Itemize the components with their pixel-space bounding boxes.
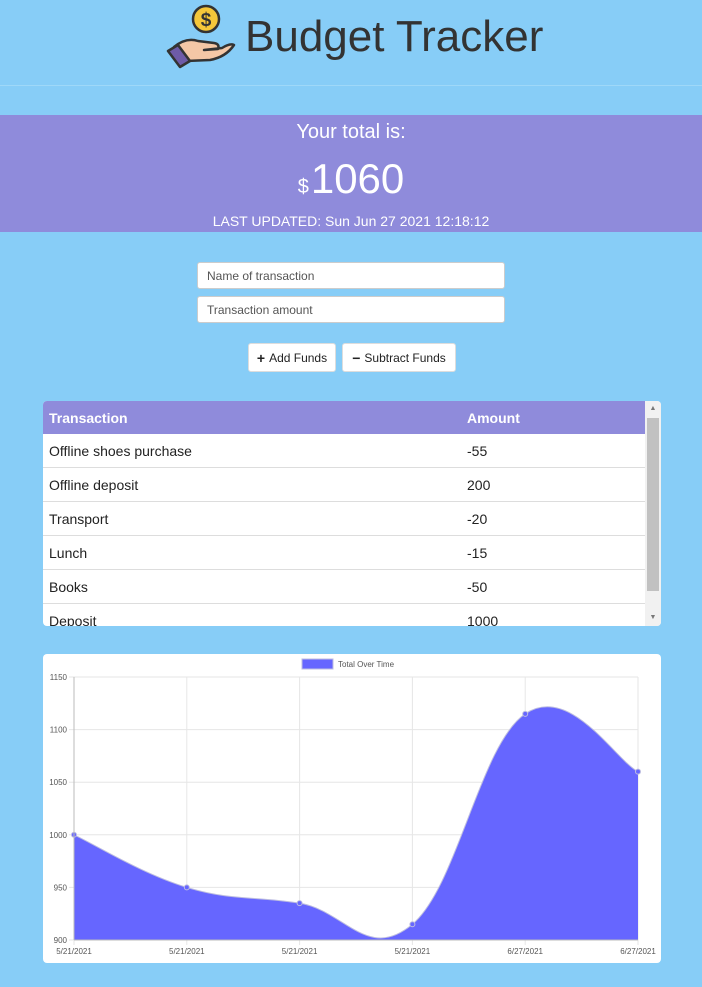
data-point — [635, 768, 641, 775]
transaction-amount-cell: -55 — [467, 434, 645, 468]
scroll-up-arrow-icon[interactable]: ▲ — [645, 401, 661, 417]
transaction-name-cell: Offline deposit — [43, 467, 467, 502]
legend-label: Total Over Time — [338, 660, 395, 669]
y-tick-label: 1050 — [49, 778, 67, 787]
transaction-amount-cell: 1000 — [467, 603, 645, 626]
total-summary: Your total is: $1060 LAST UPDATED: Sun J… — [0, 115, 702, 232]
transactions-body: Offline shoes purchase -55 Offline deposit… — [43, 434, 645, 626]
table-row: Offline deposit 200 — [43, 467, 645, 502]
transaction-name-cell: Deposit — [43, 603, 467, 626]
y-tick-label: 1000 — [49, 831, 67, 840]
plus-icon: + — [256, 349, 266, 366]
total-value: 1060 — [310, 155, 405, 202]
svg-text:$: $ — [201, 10, 212, 31]
y-tick-label: 950 — [54, 883, 68, 892]
minus-icon: − — [352, 349, 361, 366]
header-transaction: Transaction — [49, 409, 128, 426]
transaction-name-input[interactable] — [197, 262, 505, 289]
transaction-amount-cell: -50 — [467, 569, 645, 604]
y-tick-label: 900 — [54, 936, 68, 945]
x-tick-label: 6/27/2021 — [507, 947, 543, 956]
transaction-name-cell: Offline shoes purchase — [43, 434, 467, 468]
chart-card: 900 950 1000 1050 1100 1150 5/21/2021 5/21/2021… — [43, 654, 661, 963]
transactions-table-viewport[interactable]: Transaction Amount Offline shoes purchas… — [43, 401, 645, 626]
transaction-amount-cell: 200 — [467, 467, 645, 502]
app-title: Budget Tracker — [245, 12, 544, 61]
legend-swatch — [301, 658, 334, 670]
add-funds-button[interactable]: + Add Funds — [248, 343, 336, 372]
header: $ Budget Tracker — [0, 0, 702, 86]
header-amount: Amount — [467, 409, 520, 426]
table-row: Deposit 1000 — [43, 603, 645, 626]
x-tick-label: 5/21/2021 — [282, 947, 318, 956]
hand-coin-icon: $ — [166, 4, 236, 69]
table-row: Books -50 — [43, 569, 645, 604]
transaction-amount-cell: -15 — [467, 535, 645, 570]
total-over-time-chart: 900 950 1000 1050 1100 1150 5/21/2021 5/21/2021… — [49, 658, 656, 956]
total-amount: $1060 — [0, 155, 702, 203]
table-header-row: Transaction Amount — [43, 401, 645, 434]
transactions-table-card: Transaction Amount Offline shoes purchas… — [43, 401, 661, 626]
transaction-name-cell: Lunch — [43, 535, 467, 570]
transactions-table: Transaction Amount Offline shoes purchas… — [43, 401, 645, 626]
x-tick-label: 6/27/2021 — [620, 947, 656, 956]
x-tick-label: 5/21/2021 — [56, 947, 92, 956]
subtract-funds-button[interactable]: − Subtract Funds — [342, 343, 456, 372]
data-point — [522, 710, 529, 717]
data-point — [409, 921, 416, 928]
last-updated-text: LAST UPDATED: Sun Jun 27 2021 12:18:12 — [212, 213, 490, 229]
data-point — [183, 884, 190, 891]
x-tick-label: 5/21/2021 — [395, 947, 431, 956]
total-label: Your total is: — [296, 121, 406, 143]
transaction-name-cell: Transport — [43, 501, 467, 536]
add-funds-label: Add Funds — [269, 350, 328, 365]
scroll-down-arrow-icon[interactable]: ▼ — [645, 610, 661, 626]
scroll-thumb[interactable] — [647, 418, 659, 591]
series-area — [74, 706, 638, 940]
table-row: Offline shoes purchase -55 — [43, 434, 645, 468]
table-row: Transport -20 — [43, 501, 645, 536]
transaction-name-cell: Books — [43, 569, 467, 604]
table-row: Lunch -15 — [43, 535, 645, 570]
table-scrollbar[interactable]: ▲ ▼ — [645, 401, 661, 626]
data-point — [296, 900, 303, 907]
y-tick-label: 1100 — [50, 726, 68, 735]
x-tick-label: 5/21/2021 — [169, 947, 205, 956]
transaction-amount-input[interactable] — [197, 296, 505, 323]
transaction-amount-cell: -20 — [467, 501, 645, 536]
currency-symbol: $ — [297, 176, 309, 198]
subtract-funds-label: Subtract Funds — [364, 350, 446, 365]
y-tick-label: 1150 — [50, 673, 68, 682]
